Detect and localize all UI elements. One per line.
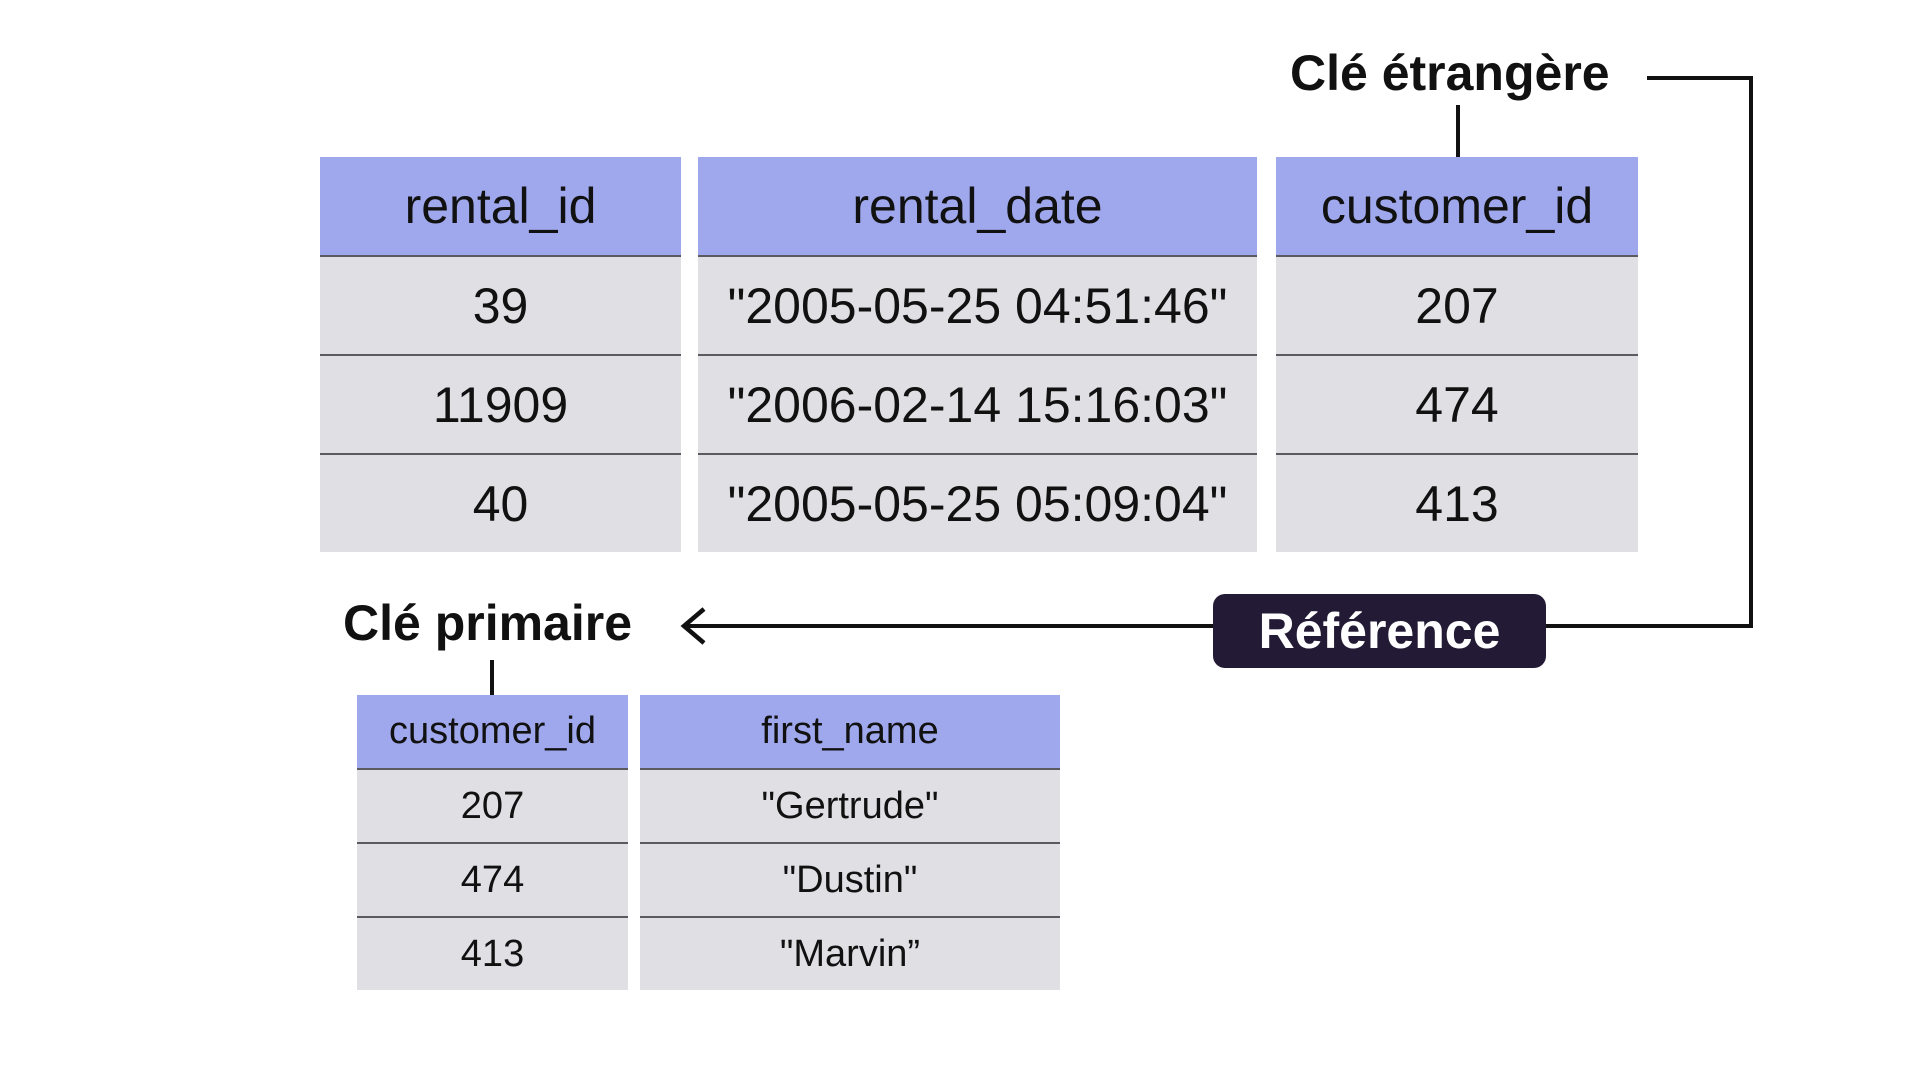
table-cell: 413 (357, 916, 628, 990)
column-header: first_name (640, 695, 1060, 768)
column-rental-id: rental_id 39 11909 40 (320, 157, 681, 552)
table-cell: 474 (1276, 354, 1638, 453)
primary-key-connector (490, 660, 494, 695)
reference-line-right (1749, 76, 1753, 628)
table-cell: 39 (320, 255, 681, 354)
column-first-name: first_name "Gertrude" "Dustin" "Marvin” (640, 695, 1060, 990)
table-cell: "2005-05-25 05:09:04" (698, 453, 1257, 552)
table-cell: 207 (357, 768, 628, 842)
primary-key-label: Clé primaire (343, 595, 633, 651)
reference-arrow-line (684, 624, 1213, 628)
table-cell: 40 (320, 453, 681, 552)
table-cell: "Dustin" (640, 842, 1060, 916)
arrow-left-icon (680, 607, 706, 645)
table-cell: "Gertrude" (640, 768, 1060, 842)
reference-line-top (1647, 76, 1753, 80)
foreign-key-connector (1456, 105, 1460, 157)
reference-line-bottom (1546, 624, 1753, 628)
table-cell: 413 (1276, 453, 1638, 552)
column-header: customer_id (357, 695, 628, 768)
column-rental-date: rental_date "2005-05-25 04:51:46" "2006-… (698, 157, 1257, 552)
column-header: customer_id (1276, 157, 1638, 255)
column-header: rental_id (320, 157, 681, 255)
table-cell: 207 (1276, 255, 1638, 354)
column-customer-id: customer_id 207 474 413 (1276, 157, 1638, 552)
table-cell: "Marvin” (640, 916, 1060, 990)
table-cell: 11909 (320, 354, 681, 453)
reference-badge: Référence (1213, 594, 1546, 668)
table-cell: "2005-05-25 04:51:46" (698, 255, 1257, 354)
table-cell: 474 (357, 842, 628, 916)
column-customer-id: customer_id 207 474 413 (357, 695, 628, 990)
foreign-key-label: Clé étrangère (1290, 45, 1610, 101)
table-cell: "2006-02-14 15:16:03" (698, 354, 1257, 453)
column-header: rental_date (698, 157, 1257, 255)
